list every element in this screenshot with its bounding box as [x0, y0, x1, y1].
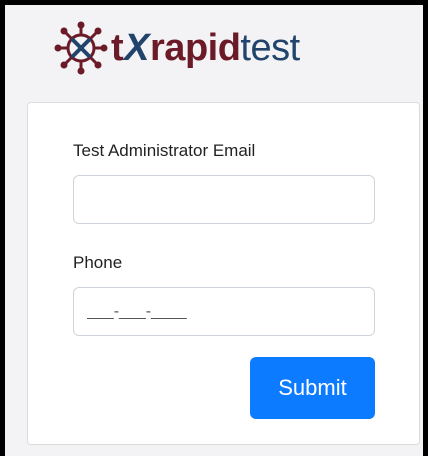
brand-letter-t: t	[111, 27, 124, 69]
phone-label: Phone	[73, 253, 123, 272]
brand-logo: t X rapid test	[53, 19, 300, 77]
email-label: Test Administrator Email	[73, 141, 256, 160]
brand-word-rapid: rapid	[150, 27, 241, 69]
submit-button[interactable]: Submit	[250, 357, 375, 419]
virus-icon	[54, 21, 108, 75]
form-card: Test Administrator Email Phone Submit	[27, 102, 420, 445]
brand-letter-x: X	[124, 27, 150, 69]
page-frame: t X rapid test Test Administrator Email …	[5, 5, 423, 456]
brand-word-test: test	[240, 27, 300, 69]
phone-field[interactable]	[73, 287, 375, 336]
brand-wordmark: t X rapid test	[111, 29, 300, 67]
email-field[interactable]	[73, 175, 375, 224]
